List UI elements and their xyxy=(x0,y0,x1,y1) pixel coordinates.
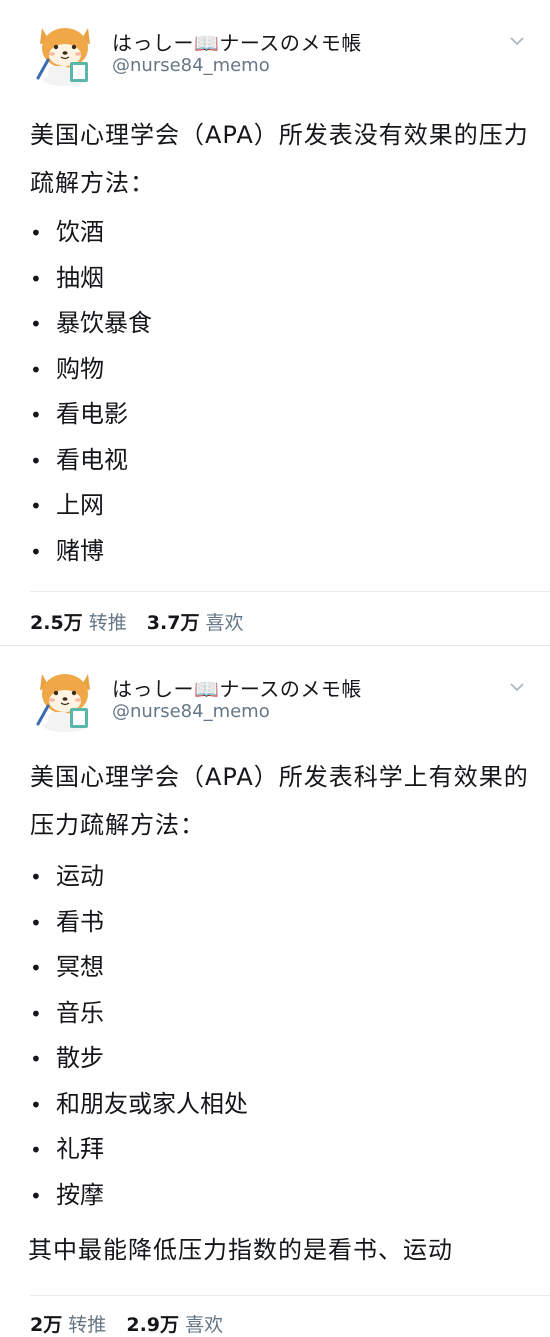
like-count: 2.9万 xyxy=(126,1314,180,1336)
avatar[interactable] xyxy=(34,18,96,88)
list-item: • 看书 xyxy=(30,900,530,946)
bullet: • xyxy=(30,1092,42,1117)
list-item: • 看电影 xyxy=(30,392,530,438)
bullet: • xyxy=(30,357,42,382)
author-handle[interactable]: @nurse84_memo xyxy=(112,701,270,722)
tweet-intro: 美国心理学会（APA）所发表没有效果的压力疏解方法： xyxy=(30,121,529,197)
list-item-text: 按摩 xyxy=(56,1180,104,1209)
list-item-text: 散步 xyxy=(56,1044,104,1072)
list-item-text: 音乐 xyxy=(56,998,104,1027)
list-item-text: 抽烟 xyxy=(56,263,104,292)
list-item: • 上网 xyxy=(30,483,530,529)
list-item: • 和朋友或家人相处 xyxy=(30,1082,530,1128)
tweet-intro: 美国心理学会（APA）所发表科学上有效果的压力疏解方法： xyxy=(30,763,529,839)
list-item-text: 礼拜 xyxy=(56,1135,104,1163)
bullet: • xyxy=(30,539,42,564)
author-name[interactable]: はっしー📖ナースのメモ帳 xyxy=(112,673,362,702)
divider xyxy=(30,591,550,592)
tweet-list: • 运动 • 看书 • 冥想 • 音乐 • 散步 • 和朋友或家人相处 • 礼拜 • 按摩 xyxy=(30,854,530,1218)
like-count: 3.7万 xyxy=(146,612,200,634)
list-item-text: 运动 xyxy=(56,862,104,890)
bullet: • xyxy=(30,1047,42,1071)
list-item: • 运动 xyxy=(30,854,530,900)
list-item: • 散步 xyxy=(30,1036,530,1082)
list-item: • 按摩 xyxy=(30,1173,530,1219)
tweet-stats: 2万 转推 2.9万 喜欢 xyxy=(30,1310,237,1337)
list-item: • 礼拜 xyxy=(30,1127,530,1173)
list-item: • 音乐 xyxy=(30,991,530,1037)
tweet-list: • 饮酒 • 抽烟 • 暴饮暴食 • 购物 • 看电影 • 看电视 • 上网 • 赌博 xyxy=(30,210,530,574)
bullet: • xyxy=(30,956,42,980)
list-item: • 抽烟 xyxy=(30,256,530,302)
bullet: • xyxy=(30,494,42,518)
chevron-down-icon[interactable] xyxy=(508,678,526,696)
list-item: • 饮酒 xyxy=(30,210,530,256)
bullet: • xyxy=(30,1001,42,1026)
list-item: • 看电视 xyxy=(30,438,530,484)
divider xyxy=(30,1295,550,1296)
bullet: • xyxy=(30,312,42,336)
author-handle[interactable]: @nurse84_memo xyxy=(112,55,270,76)
tweet-card[interactable]: はっしー📖ナースのメモ帳 @nurse84_memo 美国心理学会（APA）所发… xyxy=(0,0,550,645)
bullet: • xyxy=(30,1138,42,1162)
bullet: • xyxy=(30,865,42,889)
list-item-text: 暴饮暴食 xyxy=(56,309,152,337)
list-item: • 赌博 xyxy=(30,529,530,575)
list-item-text: 冥想 xyxy=(56,953,104,981)
bullet: • xyxy=(30,403,42,427)
list-item-text: 上网 xyxy=(56,491,104,519)
tweet-text: 美国心理学会（APA）所发表科学上有效果的压力疏解方法： xyxy=(30,753,530,849)
likes-link[interactable]: 喜欢 xyxy=(206,612,244,634)
tweet-summary: 其中最能降低压力指数的是看书、运动 xyxy=(28,1236,453,1264)
list-item-text: 饮酒 xyxy=(56,218,104,246)
tweet-stats: 2.5万 转推 3.7万 喜欢 xyxy=(30,608,258,635)
list-item-text: 和朋友或家人相处 xyxy=(56,1089,248,1118)
list-item-text: 赌博 xyxy=(56,536,104,565)
chevron-down-icon[interactable] xyxy=(508,32,526,50)
bullet: • xyxy=(30,266,42,291)
list-item: • 购物 xyxy=(30,347,530,393)
avatar[interactable] xyxy=(34,664,96,734)
bullet: • xyxy=(30,448,42,473)
retweet-count: 2.5万 xyxy=(30,612,83,634)
list-item-text: 购物 xyxy=(56,354,104,383)
bullet: • xyxy=(30,221,42,245)
list-item: • 冥想 xyxy=(30,945,530,991)
bullet: • xyxy=(30,910,42,935)
list-item-text: 看电视 xyxy=(56,445,128,474)
retweets-link[interactable]: 转推 xyxy=(89,612,127,634)
retweet-count: 2万 xyxy=(30,1314,63,1336)
list-item-text: 看书 xyxy=(56,907,104,936)
tweet-header: はっしー📖ナースのメモ帳 @nurse84_memo xyxy=(0,646,550,746)
list-item: • 暴饮暴食 xyxy=(30,301,530,347)
retweets-link[interactable]: 转推 xyxy=(68,1314,106,1336)
tweet-text: 美国心理学会（APA）所发表没有效果的压力疏解方法： xyxy=(30,111,530,207)
likes-link[interactable]: 喜欢 xyxy=(185,1314,223,1336)
tweet-header: はっしー📖ナースのメモ帳 @nurse84_memo xyxy=(0,0,550,100)
list-item-text: 看电影 xyxy=(56,400,128,428)
author-name[interactable]: はっしー📖ナースのメモ帳 xyxy=(112,27,362,56)
bullet: • xyxy=(30,1183,42,1208)
